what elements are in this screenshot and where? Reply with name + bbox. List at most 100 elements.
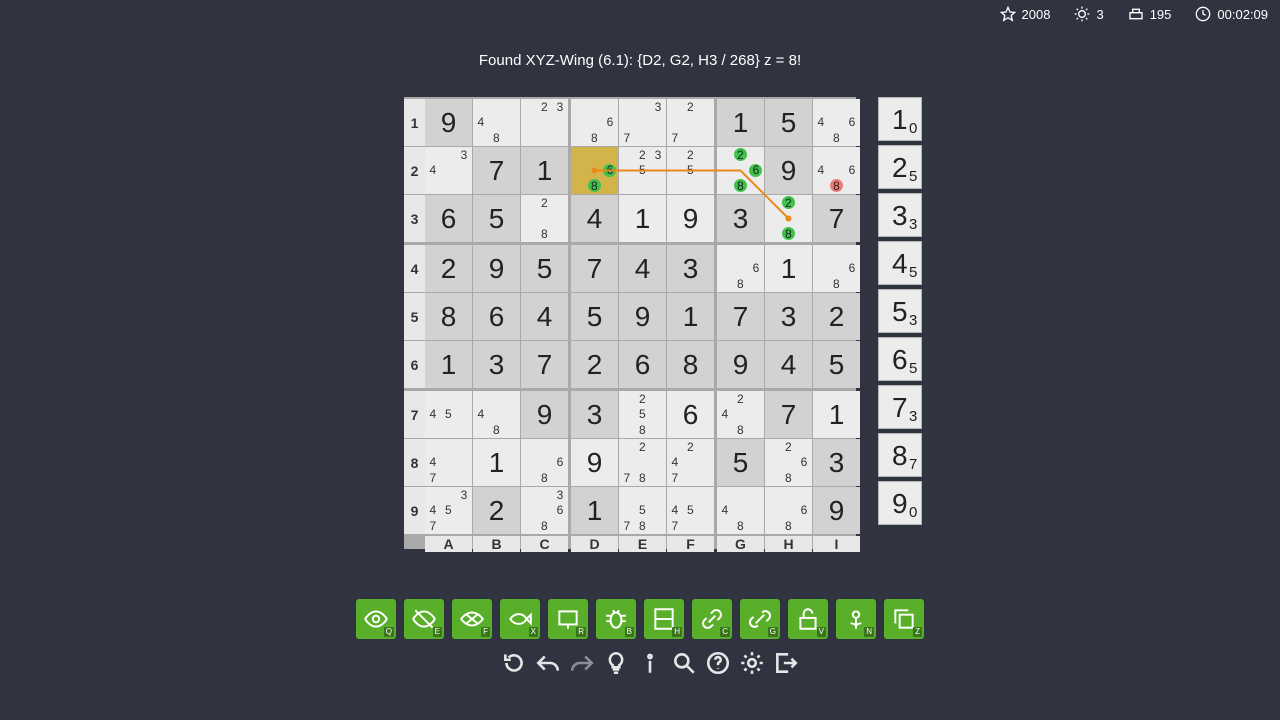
cell-A1[interactable]: 9 [425, 99, 472, 146]
palette-digit-2[interactable]: 25 [878, 145, 922, 189]
info-button[interactable] [636, 648, 664, 678]
cell-I9[interactable]: 9 [813, 487, 860, 534]
restart-button[interactable] [500, 648, 528, 678]
cell-F8[interactable]: 247 [667, 439, 714, 486]
cell-F2[interactable]: 25 [667, 147, 714, 194]
cell-A7[interactable]: 45 [425, 391, 472, 438]
cell-I6[interactable]: 5 [813, 341, 860, 388]
cell-E5[interactable]: 9 [619, 293, 666, 340]
palette-digit-3[interactable]: 33 [878, 193, 922, 237]
cell-I4[interactable]: 68 [813, 245, 860, 292]
cell-A8[interactable]: 47 [425, 439, 472, 486]
cell-B4[interactable]: 9 [473, 245, 520, 292]
cell-A3[interactable]: 6 [425, 195, 472, 242]
cell-F4[interactable]: 3 [667, 245, 714, 292]
cell-F6[interactable]: 8 [667, 341, 714, 388]
cell-F1[interactable]: 27 [667, 99, 714, 146]
cell-B9[interactable]: 2 [473, 487, 520, 534]
cell-I3[interactable]: 7 [813, 195, 860, 242]
cell-H9[interactable]: 68 [765, 487, 812, 534]
cell-D1[interactable]: 68 [571, 99, 618, 146]
cell-E7[interactable]: 258 [619, 391, 666, 438]
cell-G9[interactable]: 48 [717, 487, 764, 534]
cell-D3[interactable]: 4 [571, 195, 618, 242]
cell-C3[interactable]: 28 [521, 195, 568, 242]
palette-digit-6[interactable]: 65 [878, 337, 922, 381]
cell-E8[interactable]: 2 78 [619, 439, 666, 486]
cell-D5[interactable]: 5 [571, 293, 618, 340]
cell-I5[interactable]: 2 [813, 293, 860, 340]
cell-H8[interactable]: 268 [765, 439, 812, 486]
cell-C8[interactable]: 68 [521, 439, 568, 486]
palette-digit-9[interactable]: 90 [878, 481, 922, 525]
cell-I2[interactable]: 4 68 [813, 147, 860, 194]
fill-candidates-button[interactable]: F [452, 599, 492, 639]
gear-button[interactable] [738, 648, 766, 678]
cell-D9[interactable]: 1 [571, 487, 618, 534]
cell-H1[interactable]: 5 [765, 99, 812, 146]
cell-I7[interactable]: 1 [813, 391, 860, 438]
cell-C4[interactable]: 5 [521, 245, 568, 292]
nice-loop-button[interactable]: N [836, 599, 876, 639]
cell-A4[interactable]: 2 [425, 245, 472, 292]
cell-G3[interactable]: 3 [717, 195, 764, 242]
cell-D6[interactable]: 2 [571, 341, 618, 388]
cell-F5[interactable]: 1 [667, 293, 714, 340]
cell-F7[interactable]: 6 [667, 391, 714, 438]
unlock-button[interactable]: V [788, 599, 828, 639]
cell-D4[interactable]: 7 [571, 245, 618, 292]
cell-E3[interactable]: 1 [619, 195, 666, 242]
cell-H2[interactable]: 9 [765, 147, 812, 194]
cell-G7[interactable]: 248 [717, 391, 764, 438]
cell-G4[interactable]: 68 [717, 245, 764, 292]
cell-B3[interactable]: 5 [473, 195, 520, 242]
cell-G5[interactable]: 7 [717, 293, 764, 340]
redo-button[interactable] [568, 648, 596, 678]
cell-G2[interactable]: 268 [717, 147, 764, 194]
cell-I1[interactable]: 4 68 [813, 99, 860, 146]
cell-C9[interactable]: 368 [521, 487, 568, 534]
help-button[interactable] [704, 648, 732, 678]
cell-E9[interactable]: 578 [619, 487, 666, 534]
cell-D7[interactable]: 3 [571, 391, 618, 438]
cell-H6[interactable]: 4 [765, 341, 812, 388]
cell-H3[interactable]: 28 [765, 195, 812, 242]
cell-E6[interactable]: 6 [619, 341, 666, 388]
lightbulb-button[interactable] [602, 648, 630, 678]
cell-A2[interactable]: 34 [425, 147, 472, 194]
cell-E4[interactable]: 4 [619, 245, 666, 292]
cell-G1[interactable]: 1 [717, 99, 764, 146]
cell-F9[interactable]: 457 [667, 487, 714, 534]
bug-button[interactable]: B [596, 599, 636, 639]
search-button[interactable] [670, 648, 698, 678]
cell-B2[interactable]: 7 [473, 147, 520, 194]
cell-H7[interactable]: 7 [765, 391, 812, 438]
cell-A9[interactable]: 3 457 [425, 487, 472, 534]
cell-B5[interactable]: 6 [473, 293, 520, 340]
cell-D2[interactable]: 68 [571, 147, 618, 194]
cell-B7[interactable]: 48 [473, 391, 520, 438]
palette-digit-7[interactable]: 73 [878, 385, 922, 429]
palette-digit-1[interactable]: 10 [878, 97, 922, 141]
cell-C6[interactable]: 7 [521, 341, 568, 388]
hidden-button[interactable]: H [644, 599, 684, 639]
cell-H5[interactable]: 3 [765, 293, 812, 340]
cell-C1[interactable]: 23 [521, 99, 568, 146]
show-candidates-button[interactable]: Q [356, 599, 396, 639]
exit-button[interactable] [772, 648, 800, 678]
palette-digit-8[interactable]: 87 [878, 433, 922, 477]
cell-I8[interactable]: 3 [813, 439, 860, 486]
cell-E2[interactable]: 235 [619, 147, 666, 194]
x-wing-button[interactable]: X [500, 599, 540, 639]
cell-B1[interactable]: 48 [473, 99, 520, 146]
cell-C5[interactable]: 4 [521, 293, 568, 340]
cell-C7[interactable]: 9 [521, 391, 568, 438]
cell-B6[interactable]: 3 [473, 341, 520, 388]
undo-button[interactable] [534, 648, 562, 678]
palette-digit-5[interactable]: 53 [878, 289, 922, 333]
cell-G8[interactable]: 5 [717, 439, 764, 486]
palette-digit-4[interactable]: 45 [878, 241, 922, 285]
hide-candidates-button[interactable]: E [404, 599, 444, 639]
cell-F3[interactable]: 9 [667, 195, 714, 242]
cell-A6[interactable]: 1 [425, 341, 472, 388]
